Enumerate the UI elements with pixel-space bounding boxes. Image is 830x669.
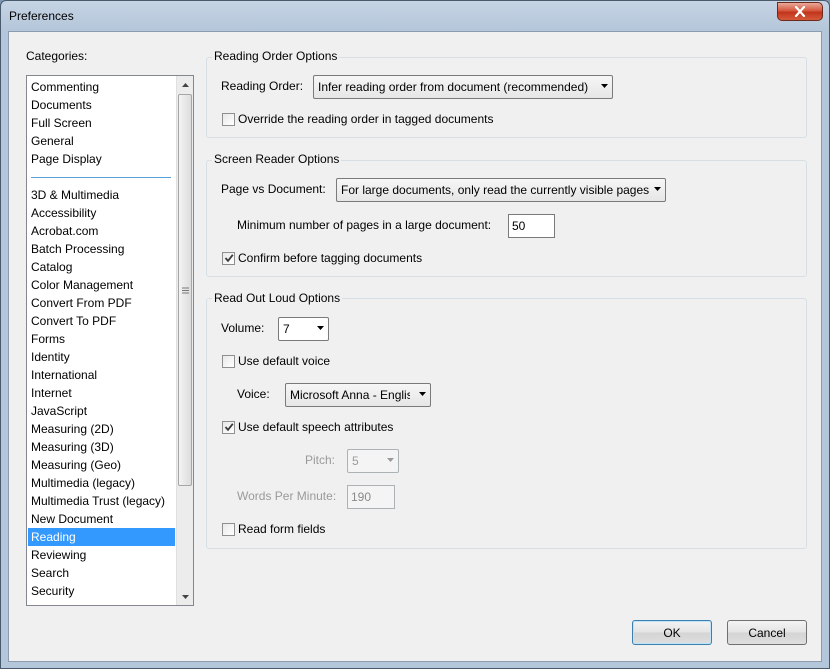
category-item[interactable]: Measuring (3D) xyxy=(28,438,175,456)
scroll-thumb[interactable] xyxy=(178,94,192,486)
categories-label: Categories: xyxy=(26,49,88,63)
confirm-tagging-label[interactable]: Confirm before tagging documents xyxy=(238,251,422,265)
wpm-input[interactable]: 190 xyxy=(347,485,395,509)
reading-order-label: Reading Order: xyxy=(221,79,304,93)
default-speech-checkbox[interactable] xyxy=(222,421,235,434)
title-bar[interactable]: Preferences xyxy=(1,1,829,31)
chevron-down-icon xyxy=(419,392,426,396)
category-item[interactable]: Search xyxy=(28,564,175,582)
category-item[interactable]: Measuring (2D) xyxy=(28,420,175,438)
chevron-down-icon xyxy=(654,187,661,191)
read-out-loud-group-title: Read Out Loud Options xyxy=(212,291,343,305)
category-item[interactable]: Reading xyxy=(28,528,175,546)
min-pages-label: Minimum number of pages in a large docum… xyxy=(237,218,492,232)
wpm-label: Words Per Minute: xyxy=(237,489,337,503)
voice-label: Voice: xyxy=(237,387,270,401)
category-item[interactable]: Catalog xyxy=(28,258,175,276)
checkmark-icon xyxy=(224,254,234,263)
category-item[interactable]: Multimedia (legacy) xyxy=(28,474,175,492)
category-item[interactable]: Full Screen xyxy=(28,114,175,132)
categories-scrollbar[interactable] xyxy=(176,76,193,605)
category-item[interactable]: 3D & Multimedia xyxy=(28,186,175,204)
read-form-fields-checkbox[interactable] xyxy=(222,523,235,536)
category-item[interactable]: New Document xyxy=(28,510,175,528)
default-speech-label[interactable]: Use default speech attributes xyxy=(238,420,393,434)
override-reading-order-checkbox[interactable] xyxy=(222,113,235,126)
pitch-dropdown[interactable]: 5 xyxy=(347,449,399,473)
category-item[interactable]: Accessibility xyxy=(28,204,175,222)
pitch-value: 5 xyxy=(352,454,359,468)
read-form-fields-label[interactable]: Read form fields xyxy=(238,522,325,536)
default-voice-checkbox[interactable] xyxy=(222,355,235,368)
reading-order-dropdown[interactable]: Infer reading order from document (recom… xyxy=(313,75,613,99)
category-item[interactable]: Convert From PDF xyxy=(28,294,175,312)
reading-order-value: Infer reading order from document (recom… xyxy=(318,80,589,94)
chevron-down-icon xyxy=(601,84,608,88)
page-vs-document-dropdown[interactable]: For large documents, only read the curre… xyxy=(336,178,666,202)
triangle-down-icon xyxy=(181,594,189,599)
window-title: Preferences xyxy=(9,9,74,23)
page-vs-document-label: Page vs Document: xyxy=(221,182,326,196)
category-item[interactable]: General xyxy=(28,132,175,150)
wpm-value: 190 xyxy=(351,490,372,504)
category-item[interactable]: Measuring (Geo) xyxy=(28,456,175,474)
voice-dropdown[interactable]: Microsoft Anna - Englis xyxy=(285,383,431,407)
page-vs-document-value: For large documents, only read the curre… xyxy=(341,183,650,197)
grip-icon xyxy=(181,287,189,293)
dialog-client-area: Categories: Commenting Documents Full Scre… xyxy=(8,31,822,662)
min-pages-value: 50 xyxy=(512,219,526,233)
chevron-down-icon xyxy=(387,458,394,462)
category-item[interactable]: JavaScript xyxy=(28,402,175,420)
preferences-window: Preferences Categories: Commenting Docume… xyxy=(0,0,830,669)
override-reading-order-label[interactable]: Override the reading order in tagged doc… xyxy=(238,112,494,126)
category-item[interactable]: Multimedia Trust (legacy) xyxy=(28,492,175,510)
pitch-label: Pitch: xyxy=(305,453,336,467)
category-item[interactable]: Convert To PDF xyxy=(28,312,175,330)
triangle-up-icon xyxy=(181,82,189,87)
scroll-down-button[interactable] xyxy=(177,588,193,605)
volume-dropdown[interactable]: 7 xyxy=(278,317,329,341)
checkmark-icon xyxy=(224,423,234,432)
category-item[interactable]: Identity xyxy=(28,348,175,366)
category-item[interactable]: International xyxy=(28,366,175,384)
category-item[interactable]: Internet xyxy=(28,384,175,402)
default-voice-label[interactable]: Use default voice xyxy=(238,354,330,368)
category-item[interactable]: Commenting xyxy=(28,78,175,96)
close-icon xyxy=(794,6,806,17)
category-item[interactable]: Reviewing xyxy=(28,546,175,564)
reading-order-group-title: Reading Order Options xyxy=(212,49,340,63)
ok-button[interactable]: OK xyxy=(632,620,712,645)
confirm-tagging-checkbox[interactable] xyxy=(222,252,235,265)
category-item[interactable]: Acrobat.com xyxy=(28,222,175,240)
screen-reader-group-title: Screen Reader Options xyxy=(212,152,342,166)
category-item[interactable]: Color Management xyxy=(28,276,175,294)
scroll-up-button[interactable] xyxy=(177,76,193,93)
categories-list[interactable]: Commenting Documents Full Screen General Pag… xyxy=(26,75,194,606)
close-button[interactable] xyxy=(777,2,823,21)
min-pages-input[interactable]: 50 xyxy=(508,214,555,238)
voice-value: Microsoft Anna - Englis xyxy=(290,388,410,402)
category-item[interactable]: Batch Processing xyxy=(28,240,175,258)
category-item[interactable]: Forms xyxy=(28,330,175,348)
category-item[interactable]: Documents xyxy=(28,96,175,114)
chevron-down-icon xyxy=(317,326,324,330)
category-item[interactable]: Page Display xyxy=(28,150,175,168)
volume-label: Volume: xyxy=(221,321,265,335)
categories-divider xyxy=(31,177,171,178)
volume-value: 7 xyxy=(283,322,290,336)
cancel-button[interactable]: Cancel xyxy=(727,620,807,645)
category-item[interactable]: Security xyxy=(28,582,175,600)
